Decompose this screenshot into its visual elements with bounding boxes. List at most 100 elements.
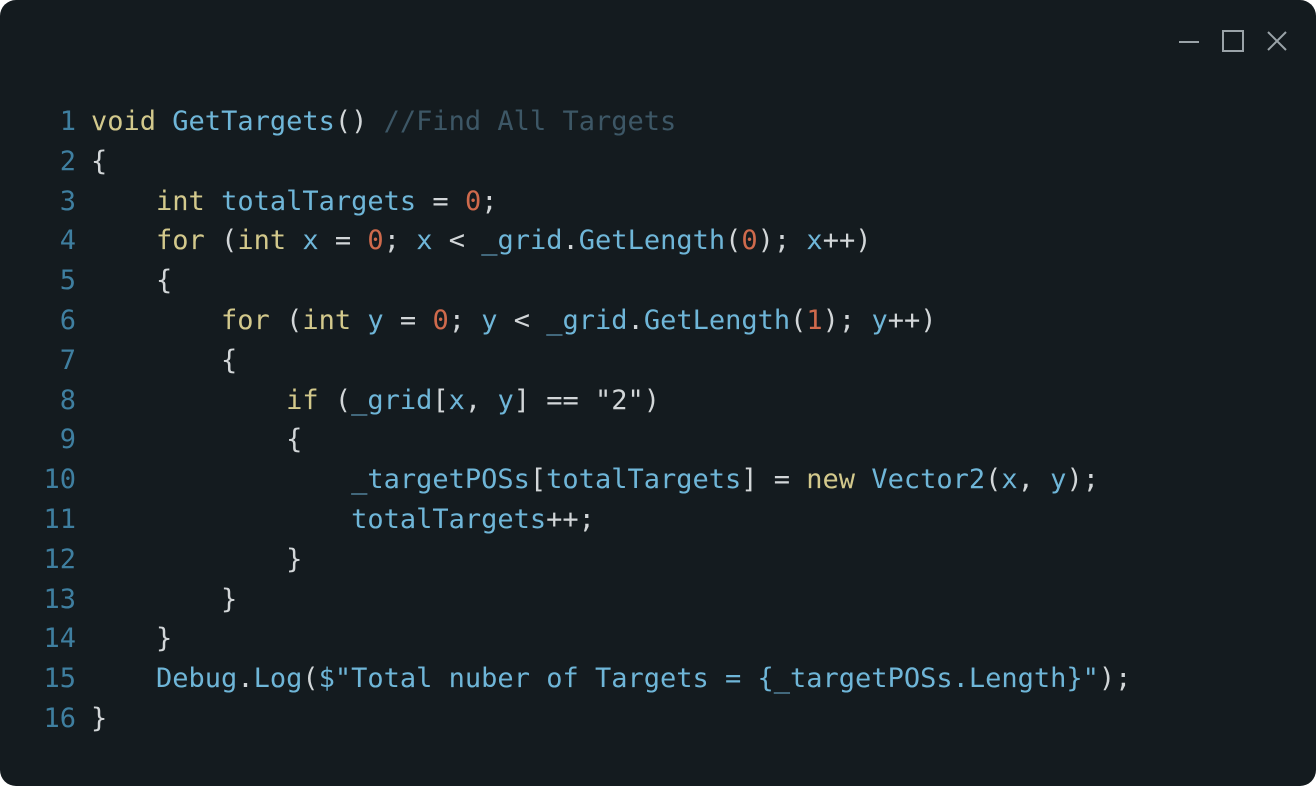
code-text: { xyxy=(91,142,107,182)
window-controls xyxy=(1176,28,1290,54)
code-text: for (int y = 0; y < _grid.GetLength(1); … xyxy=(91,301,936,341)
code-token: int xyxy=(302,304,352,336)
line-number: 1 xyxy=(59,106,76,137)
code-token: ( xyxy=(725,225,742,257)
code-text: { xyxy=(91,420,302,460)
code-token: ( xyxy=(790,304,807,336)
code-token: Log xyxy=(253,663,303,695)
code-token: y xyxy=(1050,464,1067,496)
code-token: . xyxy=(562,225,579,257)
code-token: { xyxy=(91,424,303,456)
code-token: x xyxy=(806,225,823,257)
code-token: 1 xyxy=(806,304,823,336)
code-token: ); xyxy=(1098,663,1132,695)
code-token: < xyxy=(497,304,547,336)
code-token: [ xyxy=(432,384,449,416)
code-token: ] = xyxy=(741,464,807,496)
code-text: } xyxy=(91,619,172,659)
line-number: 10 xyxy=(43,464,76,496)
code-token: new xyxy=(806,464,856,496)
line-number: 7 xyxy=(59,344,76,376)
line-number: 12 xyxy=(43,543,76,575)
code-token: Vector2 xyxy=(871,464,986,496)
code-text: } xyxy=(91,580,237,620)
code-token: if xyxy=(286,384,319,416)
line-number: 4 xyxy=(59,225,76,257)
code-token: 0 xyxy=(432,304,449,336)
line-number: 8 xyxy=(59,384,76,416)
code-text: } xyxy=(91,699,107,739)
code-token: ; xyxy=(481,185,498,217)
code-text: { xyxy=(91,341,237,381)
code-token: , xyxy=(1017,464,1051,496)
code-token: Debug xyxy=(156,663,238,695)
code-text: { xyxy=(91,261,172,301)
code-token: x xyxy=(1001,464,1018,496)
code-text: if (_grid[x, y] == "2") xyxy=(91,381,660,421)
line-number: 15 xyxy=(43,663,76,695)
code-token: () xyxy=(334,106,384,137)
code-token: y xyxy=(367,304,384,336)
code-token: } xyxy=(91,702,108,734)
code-text: int totalTargets = 0; xyxy=(91,182,497,222)
code-token: = xyxy=(416,185,465,217)
code-token: ++; xyxy=(546,503,595,535)
code-token: //Find All Targets xyxy=(383,106,677,137)
code-token: $"Total nuber of Targets = {_targetPOSs.… xyxy=(318,663,1099,695)
code-token: totalTargets xyxy=(221,185,417,217)
code-text: } xyxy=(91,540,302,580)
code-token: x xyxy=(448,384,465,416)
code-token: { xyxy=(91,145,108,177)
code-token: y xyxy=(871,304,888,336)
code-token: ++) xyxy=(887,304,937,336)
code-window: 1 void GetTargets() //Find All Targets 2 {3… xyxy=(0,0,1316,786)
code-text: Debug.Log($"Total nuber of Targets = {_t… xyxy=(91,659,1131,699)
minimize-icon[interactable] xyxy=(1176,28,1202,54)
code-token: _grid xyxy=(351,384,433,416)
code-text: _targetPOSs[totalTargets] = new Vector2(… xyxy=(91,460,1099,500)
code-text: totalTargets++; xyxy=(91,500,595,540)
line-number: 16 xyxy=(43,702,76,734)
code-token: [ xyxy=(529,464,547,496)
code-token: = xyxy=(318,225,368,257)
code-token: void xyxy=(91,106,157,137)
code-token: } xyxy=(91,623,173,655)
code-text: void GetTargets() //Find All Targets xyxy=(91,102,676,142)
code-token: _targetPOSs xyxy=(351,464,530,496)
code-token: totalTargets xyxy=(351,503,547,535)
code-token: GetLength xyxy=(578,225,726,257)
code-token: ; xyxy=(383,225,417,257)
maximize-icon[interactable] xyxy=(1220,28,1246,54)
line-number: 5 xyxy=(59,265,76,297)
code-token: int xyxy=(237,225,287,257)
line-number: 6 xyxy=(59,304,76,336)
line-number: 14 xyxy=(43,623,76,655)
code-token: ( xyxy=(204,225,238,257)
line-number: 3 xyxy=(59,185,76,217)
code-token: 0 xyxy=(741,225,758,257)
code-token: ( xyxy=(269,304,303,336)
code-token: ); xyxy=(757,225,807,257)
code-token: = xyxy=(383,304,433,336)
code-token: ++) xyxy=(822,225,872,257)
code-text: for (int x = 0; x < _grid.GetLength(0); … xyxy=(91,221,871,261)
code-token: _grid xyxy=(546,304,628,336)
code-token: 0 xyxy=(464,185,482,217)
code-token: { xyxy=(91,344,238,376)
code-token: ( xyxy=(985,464,1002,496)
code-token: 0 xyxy=(367,225,384,257)
code-token: ); xyxy=(822,304,872,336)
code-token: y xyxy=(497,384,514,416)
code-token: for xyxy=(156,225,205,257)
close-icon[interactable] xyxy=(1264,28,1290,54)
